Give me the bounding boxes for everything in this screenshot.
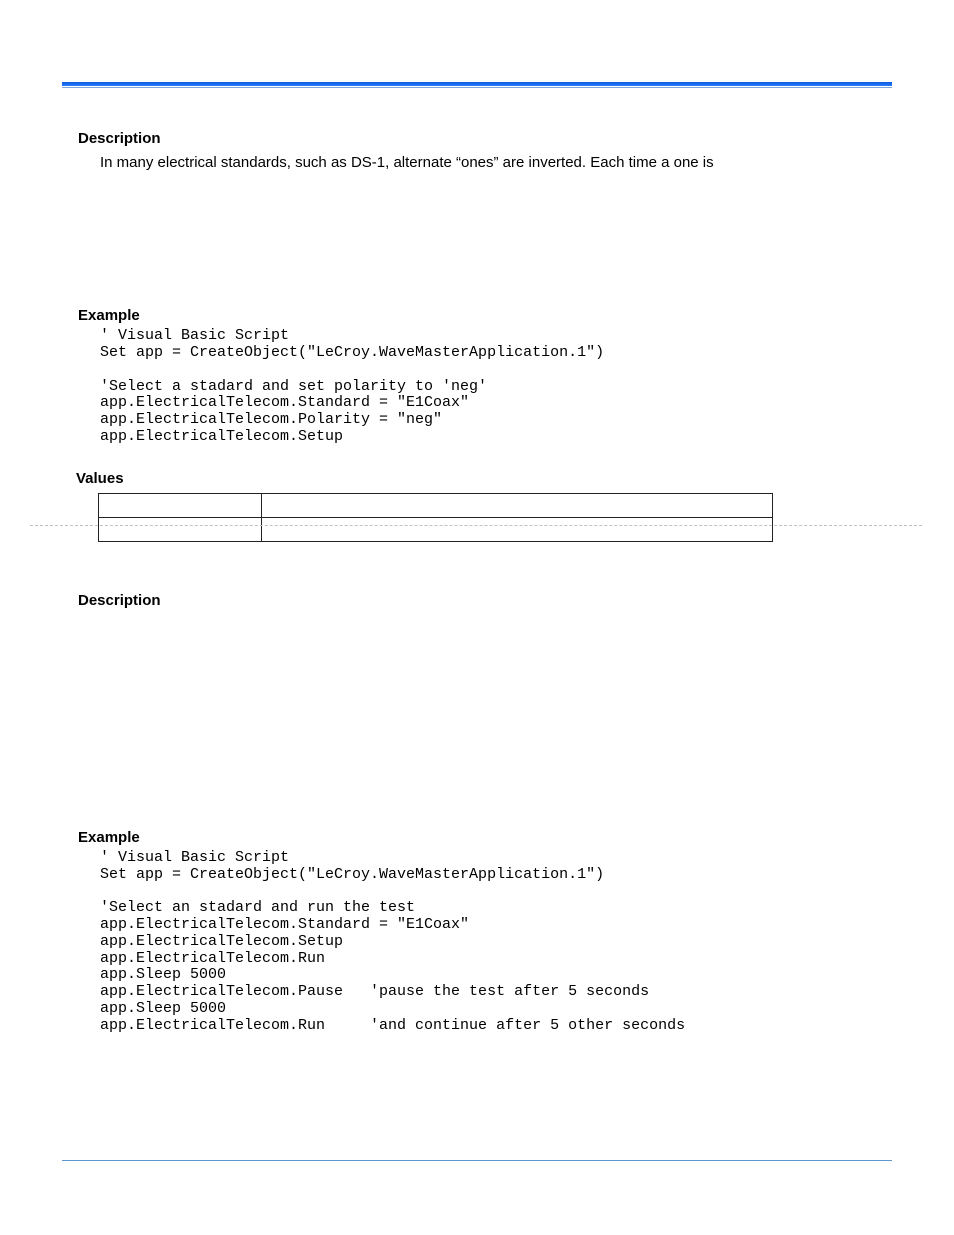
- table-row: [99, 517, 773, 541]
- table-row: [99, 493, 773, 517]
- values-table: [98, 493, 773, 542]
- heading-values: Values: [76, 470, 892, 487]
- heading-example-2: Example: [78, 829, 892, 846]
- heading-example-1: Example: [78, 307, 892, 324]
- code-block-2: ' Visual Basic Script Set app = CreateOb…: [100, 850, 892, 1035]
- page-content: Description In many electrical standards…: [62, 82, 892, 1035]
- code-block-1: ' Visual Basic Script Set app = CreateOb…: [100, 328, 892, 446]
- description-1-text: In many electrical standards, such as DS…: [100, 153, 892, 173]
- dashed-separator: [30, 525, 922, 526]
- heading-description-1: Description: [78, 130, 892, 147]
- table-cell: [99, 493, 262, 517]
- table-cell: [262, 517, 773, 541]
- header-rule-thin: [62, 87, 892, 88]
- heading-description-2: Description: [78, 592, 892, 609]
- footer-rule: [62, 1160, 892, 1161]
- table-cell: [99, 517, 262, 541]
- table-cell: [262, 493, 773, 517]
- header-rule-thick: [62, 82, 892, 86]
